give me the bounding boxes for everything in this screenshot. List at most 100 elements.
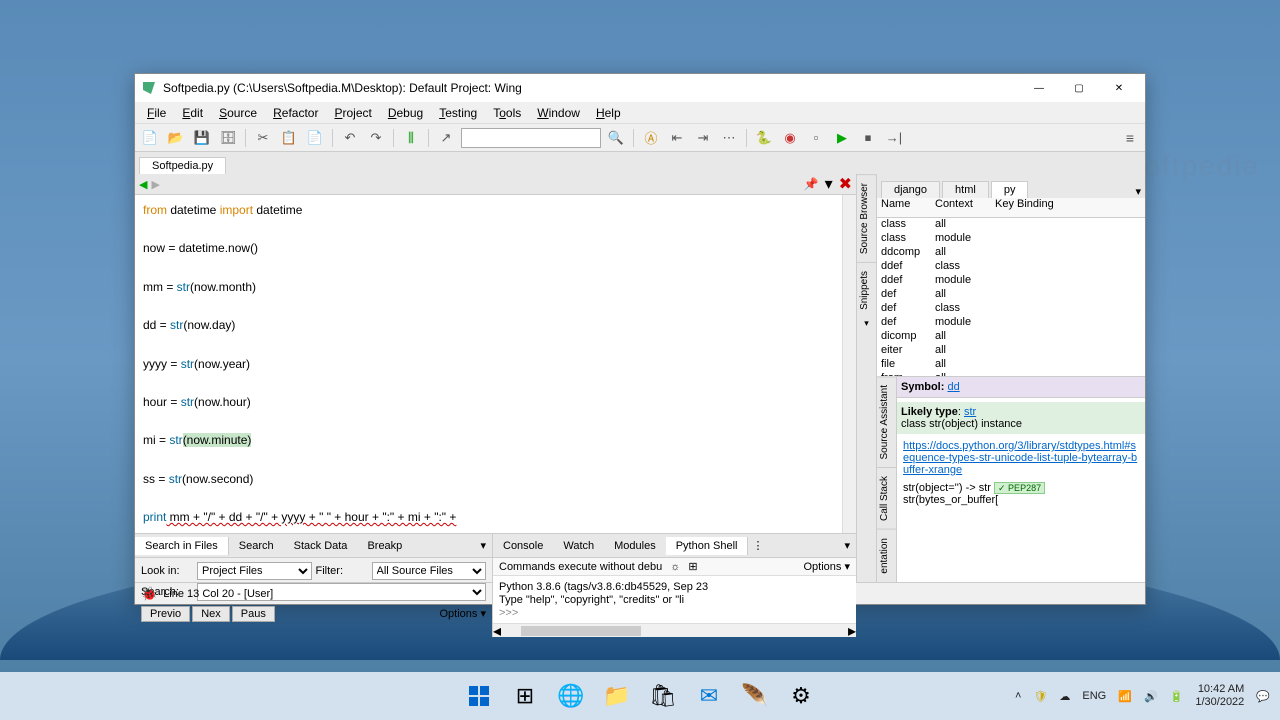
pin-icon[interactable]: 📌	[804, 177, 819, 191]
edge-icon[interactable]: 🌐	[551, 676, 591, 716]
filter-select[interactable]: All Source Files	[372, 562, 487, 580]
wing-taskbar-icon[interactable]: 🪶	[735, 676, 775, 716]
browser-tab-py[interactable]: py	[991, 181, 1029, 198]
side-tab-snippets[interactable]: Snippets	[857, 262, 876, 318]
file-tab[interactable]: Softpedia.py	[139, 157, 226, 174]
cut-icon[interactable]: ✂	[252, 127, 274, 149]
dedent-icon[interactable]: ⇤	[666, 127, 688, 149]
tab-python-shell[interactable]: Python Shell	[666, 537, 749, 555]
side-tab-call-stack[interactable]: Call Stack	[877, 467, 896, 529]
clock[interactable]: 10:42 AM 1/30/2022	[1195, 683, 1244, 709]
run-file-icon[interactable]: ▫	[805, 127, 827, 149]
explorer-icon[interactable]: 📁	[597, 676, 637, 716]
tab-watch[interactable]: Watch	[553, 537, 604, 555]
indent-icon[interactable]: ⇥	[692, 127, 714, 149]
store-icon[interactable]: 🛍	[643, 676, 683, 716]
debug-config-icon[interactable]: ◉	[779, 127, 801, 149]
doc-link[interactable]: https://docs.python.org/3/library/stdtyp…	[903, 440, 1139, 476]
code-editor[interactable]: from datetime import datetime now = date…	[135, 195, 842, 533]
security-icon[interactable]: 🛡	[1033, 690, 1047, 703]
tab-modules[interactable]: Modules	[604, 537, 666, 555]
menu-tools[interactable]: Tools	[485, 104, 529, 122]
minimize-tab-icon[interactable]: ▾	[825, 174, 833, 194]
settings-icon[interactable]: ⚙	[781, 676, 821, 716]
maximize-button[interactable]: ▢	[1059, 76, 1099, 100]
type-link[interactable]: str	[964, 406, 976, 418]
editor-scrollbar[interactable]	[842, 195, 856, 533]
open-icon[interactable]: 📂	[165, 127, 187, 149]
tab-add-icon[interactable]: ⋮	[748, 539, 767, 552]
symbol-link[interactable]: dd	[947, 381, 959, 393]
tab-breakpoints[interactable]: Breakp	[357, 537, 412, 555]
hamburger-icon[interactable]: ≡	[1119, 127, 1141, 149]
side-tab-documentation[interactable]: entation	[877, 529, 896, 582]
close-tab-icon[interactable]: ✖	[839, 174, 852, 194]
panel-menu-icon[interactable]: ▾	[474, 539, 492, 552]
console-menu-icon[interactable]: ▾	[838, 539, 856, 552]
browser-tab-html[interactable]: html	[942, 181, 989, 198]
save-icon[interactable]: 💾	[191, 127, 213, 149]
minimize-button[interactable]: —	[1019, 76, 1059, 100]
undo-icon[interactable]: ↶	[339, 127, 361, 149]
save-all-icon[interactable]: 🗄	[217, 127, 239, 149]
redo-icon[interactable]: ↷	[365, 127, 387, 149]
bug-icon[interactable]: 🐞	[141, 586, 157, 602]
pause-button[interactable]: Paus	[232, 606, 275, 622]
menu-testing[interactable]: Testing	[431, 104, 485, 122]
menu-source[interactable]: Source	[211, 104, 265, 122]
side-expand-icon[interactable]: ▾	[857, 318, 876, 329]
tray-chevron-icon[interactable]: ˄	[1015, 690, 1021, 702]
stop-icon[interactable]: ⏹	[857, 127, 879, 149]
search-toolbar-input[interactable]	[461, 128, 601, 148]
python-shell[interactable]: Python 3.8.6 (tags/v3.8.6:db45529, Sep 2…	[493, 576, 856, 623]
menu-project[interactable]: Project	[326, 104, 379, 122]
new-file-icon[interactable]: 📄	[139, 127, 161, 149]
menu-debug[interactable]: Debug	[380, 104, 431, 122]
side-tab-source-assistant[interactable]: Source Assistant	[877, 376, 896, 467]
search-options[interactable]: Options ▾	[440, 607, 487, 620]
weather-icon[interactable]: ☁	[1059, 690, 1070, 703]
volume-icon[interactable]: 🔊	[1144, 690, 1158, 703]
menu-refactor[interactable]: Refactor	[265, 104, 326, 122]
browser-menu-icon[interactable]: ▾	[1135, 185, 1141, 198]
copy-icon[interactable]: 📋	[278, 127, 300, 149]
paste-icon[interactable]: 📄	[304, 127, 326, 149]
mail-icon[interactable]: ✉	[689, 676, 729, 716]
goto-icon[interactable]: ↗	[435, 127, 457, 149]
prev-button[interactable]: Previo	[141, 606, 190, 622]
close-button[interactable]: ✕	[1099, 76, 1139, 100]
search-icon[interactable]: 🔍	[605, 127, 627, 149]
language-indicator[interactable]: ENG	[1082, 690, 1106, 702]
notifications-icon[interactable]: 💬	[1256, 690, 1270, 703]
tab-console[interactable]: Console	[493, 537, 553, 555]
python-icon[interactable]: 🐍	[753, 127, 775, 149]
menu-window[interactable]: Window	[529, 104, 588, 122]
side-tab-source-browser[interactable]: Source Browser	[857, 174, 876, 262]
case-icon[interactable]: Ⓐ	[640, 127, 662, 149]
browser-list[interactable]: classall classmodule ddcompall ddefclass…	[877, 218, 1145, 376]
menu-help[interactable]: Help	[588, 104, 629, 122]
console-hscroll[interactable]: ◂▸	[493, 623, 856, 637]
run-icon[interactable]: ▶	[831, 127, 853, 149]
console-options[interactable]: Options ▾	[804, 560, 851, 573]
start-button[interactable]	[459, 676, 499, 716]
next-button[interactable]: Nex	[192, 606, 230, 622]
menu-file[interactable]: File	[139, 104, 174, 122]
tab-search-in-files[interactable]: Search in Files	[135, 537, 229, 555]
tab-search[interactable]: Search	[229, 537, 284, 555]
tab-stack-data[interactable]: Stack Data	[284, 537, 358, 555]
wifi-icon[interactable]: 📶	[1118, 690, 1132, 703]
nav-back-icon[interactable]: ◀	[139, 178, 147, 191]
gear-icon[interactable]: ☼	[670, 561, 680, 573]
nav-fwd-icon[interactable]: ▶	[151, 178, 159, 191]
comment-icon[interactable]: ⋯	[718, 127, 740, 149]
taskbar[interactable]: ⊞ 🌐 📁 🛍 ✉ 🪶 ⚙ ˄ 🛡 ☁ ENG 📶 🔊 🔋 10:42 AM 1…	[0, 672, 1280, 720]
menu-edit[interactable]: Edit	[174, 104, 211, 122]
add-frame-icon[interactable]: ⊞	[688, 560, 697, 573]
look-in-select[interactable]: Project Files	[197, 562, 312, 580]
browser-tab-django[interactable]: django	[881, 181, 940, 198]
step-icon[interactable]: →|	[883, 127, 905, 149]
indent-guide-icon[interactable]: ⫼	[400, 127, 422, 149]
battery-icon[interactable]: 🔋	[1170, 690, 1184, 703]
titlebar[interactable]: Softpedia.py (C:\Users\Softpedia.M\Deskt…	[135, 74, 1145, 102]
